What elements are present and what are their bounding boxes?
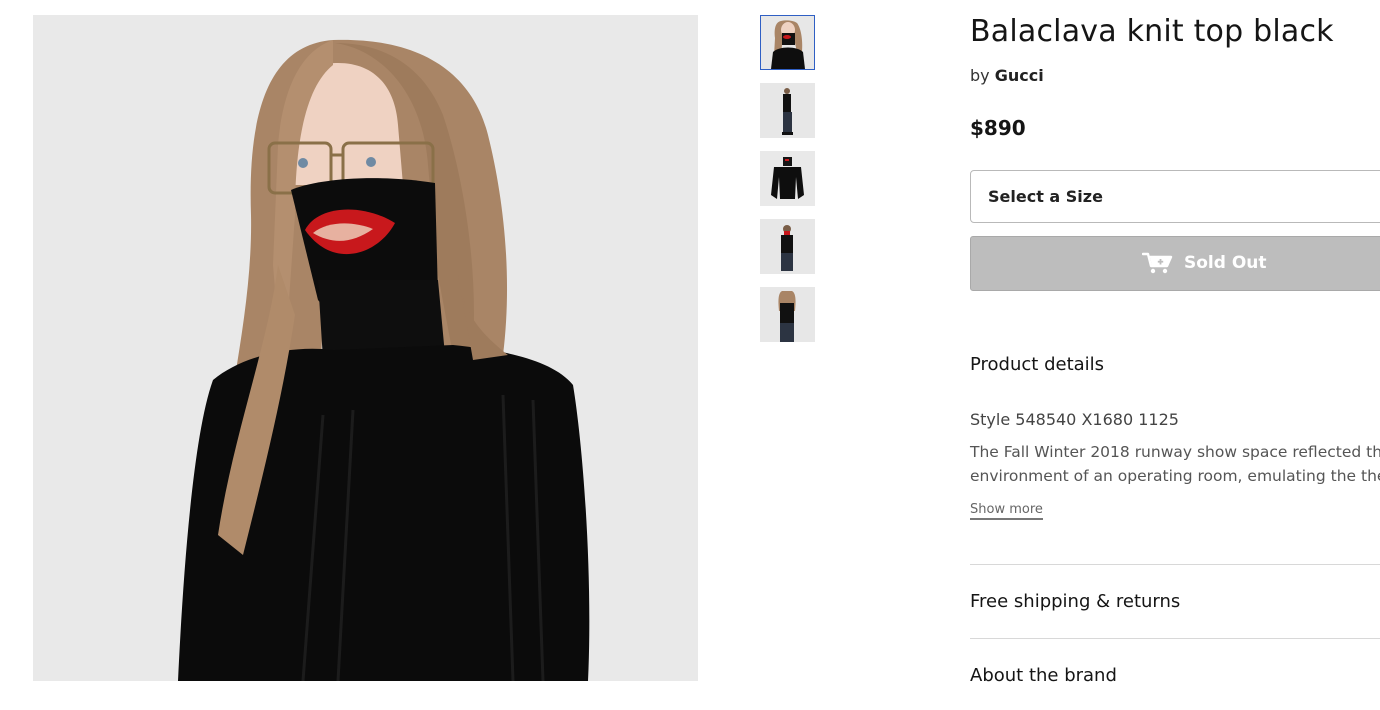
thumbnail-2[interactable] [760,83,815,138]
by-label: by [970,66,990,85]
product-price: $890 [970,116,1026,140]
cart-plus-icon [1141,251,1174,275]
thumbnail-list [760,15,816,355]
size-select-label: Select a Size [988,187,1103,206]
brand-link[interactable]: Gucci [995,66,1044,85]
product-description: The Fall Winter 2018 runway show space r… [970,440,1380,488]
style-number: Style 548540 X1680 1125 [970,410,1179,429]
thumbnail-4[interactable] [760,219,815,274]
divider [970,564,1380,565]
thumbnail-5[interactable] [760,287,815,342]
shipping-returns-section[interactable]: Free shipping & returns [970,591,1180,612]
description-line: The Fall Winter 2018 runway show space r… [970,443,1380,461]
thumbnail-1[interactable] [760,15,815,70]
product-details-heading[interactable]: Product details [970,354,1104,375]
sold-out-label: Sold Out [1184,253,1267,273]
product-page: Balaclava knit top black by Gucci $890 S… [0,0,1380,710]
description-line: environment of an operating room, emulat… [970,467,1380,485]
main-product-image[interactable] [33,15,698,681]
about-brand-section[interactable]: About the brand [970,665,1117,686]
divider [970,638,1380,639]
thumbnail-3[interactable] [760,151,815,206]
sold-out-button[interactable]: Sold Out [970,236,1380,291]
product-title: Balaclava knit top black [970,14,1334,49]
show-more-link[interactable]: Show more [970,502,1043,520]
size-select[interactable]: Select a Size [970,170,1380,223]
product-byline: by Gucci [970,66,1044,85]
